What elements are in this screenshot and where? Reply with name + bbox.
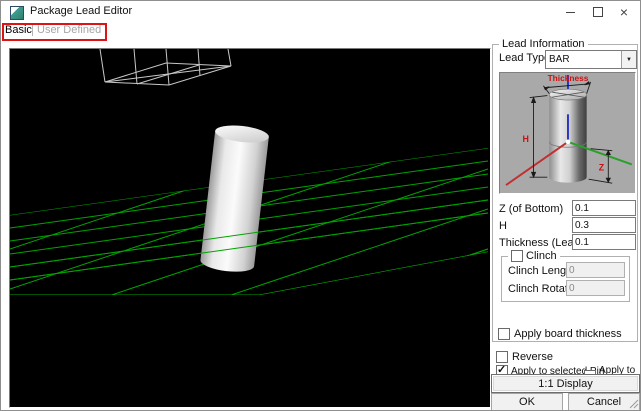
z-of-bottom-input[interactable]	[572, 200, 636, 216]
apply-board-thickness-row: Apply board thickness	[498, 328, 622, 340]
clinch-rotation-input[interactable]	[566, 280, 625, 296]
tab-basic[interactable]: Basic	[5, 24, 32, 37]
origin-dot	[566, 139, 571, 144]
z-of-bottom-label: Z (of Bottom)	[499, 203, 563, 215]
h-input[interactable]	[572, 217, 636, 233]
lead-information-group: Lead Information Lead Type BAR ▼	[492, 44, 638, 342]
h-label: H	[499, 220, 507, 232]
lead-preview-canvas: Thickness H Z	[500, 73, 633, 191]
reverse-label: Reverse	[512, 351, 553, 363]
app-icon	[10, 6, 24, 20]
reverse-row: Reverse	[496, 351, 553, 363]
package-lead-editor-dialog: Package Lead Editor × Basic User Defined	[0, 0, 641, 411]
thickness-dim-label: Thickness	[548, 73, 589, 83]
viewport-canvas	[10, 49, 488, 405]
h-dim-label: H	[522, 134, 528, 144]
clinch-label: Clinch	[526, 250, 557, 262]
dropdown-arrow-icon[interactable]: ▼	[621, 51, 636, 68]
apply-board-thickness-checkbox[interactable]	[498, 328, 510, 340]
lead-panel: Lead Information Lead Type BAR ▼	[491, 39, 639, 411]
ok-button[interactable]: OK	[491, 393, 563, 411]
lead-preview-image: Thickness H Z	[499, 72, 636, 194]
clinch-checkbox-row: Clinch	[508, 250, 560, 262]
tab-user-defined[interactable]: User Defined	[37, 24, 101, 37]
clinch-length-input[interactable]	[566, 262, 625, 278]
3d-viewport[interactable]	[9, 48, 491, 408]
close-button[interactable]: ×	[610, 1, 638, 23]
lead-type-dropdown[interactable]: BAR ▼	[545, 50, 637, 69]
title-bar: Package Lead Editor ×	[1, 1, 640, 23]
lead-type-label: Lead Type	[499, 52, 550, 64]
apply-board-thickness-label: Apply board thickness	[514, 328, 622, 340]
lead-type-value: BAR	[546, 54, 621, 65]
z-dim-label: Z	[599, 162, 605, 172]
wireframe-box	[100, 49, 231, 85]
close-icon: ×	[620, 4, 628, 20]
reverse-checkbox[interactable]	[496, 351, 508, 363]
display-1-1-button[interactable]: 1:1 Display	[491, 374, 640, 393]
resize-grip[interactable]	[628, 398, 639, 409]
lead-information-label: Lead Information	[499, 38, 588, 50]
tab-separator	[32, 24, 33, 36]
tab-bar: Basic User Defined	[1, 23, 640, 38]
window-title: Package Lead Editor	[30, 5, 132, 17]
thickness-input[interactable]	[572, 234, 636, 250]
maximize-button[interactable]	[584, 1, 612, 23]
minimize-button[interactable]	[556, 1, 584, 23]
clinch-group: Clinch Clinch Length Clinch Rotation	[501, 256, 630, 302]
minimize-icon	[566, 12, 575, 13]
clinch-checkbox[interactable]	[511, 250, 523, 262]
maximize-icon	[593, 7, 603, 17]
